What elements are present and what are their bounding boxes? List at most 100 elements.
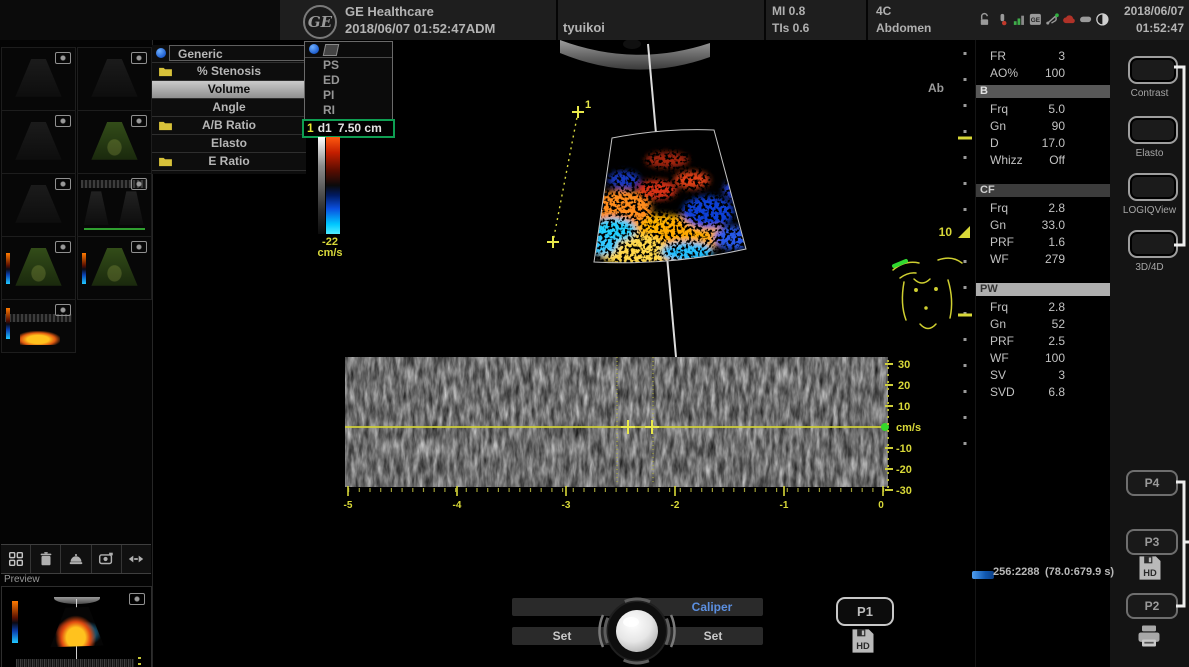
camera-icon: [55, 52, 71, 64]
param-row: Frq2.8: [976, 200, 1111, 217]
trackball-ball[interactable]: [616, 610, 658, 652]
param-label: FR: [990, 48, 1006, 65]
p1-button[interactable]: P1: [836, 597, 894, 626]
dome-button[interactable]: [61, 545, 91, 573]
camera-button[interactable]: [92, 545, 122, 573]
status-icons: GE: [978, 11, 1110, 29]
thumbnail-4[interactable]: [77, 110, 152, 174]
param-label: Frq: [990, 101, 1008, 118]
param-label: Gn: [990, 316, 1006, 333]
mi-value: MI 0.8: [772, 4, 805, 18]
ultrasound-screen: GE GE Healthcare 2018/06/07 01:52:47ADM …: [0, 0, 1189, 667]
ge-service-icon: GE: [1028, 12, 1043, 28]
cine-bar-icon: [972, 571, 994, 579]
param-label: WF: [990, 350, 1009, 367]
caliper-softkey[interactable]: Caliper: [672, 598, 752, 616]
delete-button[interactable]: [31, 545, 61, 573]
clipboard-sidebar: Preview: [0, 40, 153, 667]
cine-time-range: (78.0:679.9 s): [1045, 566, 1114, 578]
lock-open-icon: [978, 12, 993, 28]
thumbnail-5[interactable]: [1, 173, 76, 237]
camera-icon: [131, 178, 147, 190]
thumbnail-1[interactable]: [1, 47, 76, 111]
divider: [764, 0, 766, 40]
distance-caliper[interactable]: 1: [547, 99, 591, 248]
thumb-colorbar: [6, 308, 10, 339]
clipboard-toolbar: [1, 544, 151, 574]
param-row: WF279: [976, 251, 1111, 268]
param-row: PRF 1.6: [976, 234, 1111, 251]
param-row: SV3: [976, 367, 1111, 384]
thumbnail-7[interactable]: [1, 236, 76, 300]
camera-icon: [131, 52, 147, 64]
top-status-bar: GE GE Healthcare 2018/06/07 01:52:47ADM …: [0, 0, 1189, 40]
ge-logo: GE: [303, 5, 337, 39]
thumbnail-3[interactable]: [1, 110, 76, 174]
trackball[interactable]: [595, 593, 680, 667]
param-value: 2.5: [1048, 333, 1065, 350]
t-tick: -2: [671, 500, 680, 511]
camera-icon: [129, 593, 145, 605]
grid-view-button[interactable]: [1, 545, 31, 573]
transfer-button[interactable]: [122, 545, 151, 573]
storage-media-icon: [1079, 12, 1094, 28]
v-unit: cm/s: [896, 422, 921, 434]
usb-device-icon: [1045, 12, 1060, 28]
brand-name: GE Healthcare: [345, 4, 434, 19]
divider: [866, 0, 868, 40]
t-tick: -4: [453, 500, 462, 511]
thumbnail-2[interactable]: [77, 47, 152, 111]
param-row: WhizzOff: [976, 152, 1111, 169]
param-label: Gn: [990, 118, 1006, 135]
v-tick: 10: [898, 401, 910, 413]
divider: [556, 0, 558, 40]
param-row-fr: FR 3: [976, 48, 1111, 65]
param-row-ao: AO%100: [976, 65, 1111, 82]
preview-axis: [138, 657, 141, 667]
thumb-image: [84, 228, 145, 230]
v-tick: -30: [896, 485, 912, 497]
param-value: 1.6: [1048, 234, 1065, 251]
body-marker[interactable]: [893, 258, 962, 328]
param-label: SVD: [990, 384, 1015, 401]
section-header-pw: PW: [976, 283, 1111, 296]
param-label: PRF: [990, 234, 1014, 251]
param-label: D: [990, 135, 999, 152]
trackball-paren-left: [599, 615, 603, 647]
param-value: 3: [1058, 367, 1065, 384]
param-row: Frq2.8: [976, 299, 1111, 316]
probe-arc: [560, 40, 710, 70]
param-value: 5.0: [1048, 101, 1065, 118]
param-value: 17.0: [1042, 135, 1065, 152]
param-label: Whizz: [990, 152, 1023, 169]
thumbnail-6[interactable]: [77, 173, 152, 237]
patient-name[interactable]: tyuikoi: [563, 20, 605, 35]
param-row: Frq 5.0: [976, 101, 1111, 118]
param-label: WF: [990, 251, 1009, 268]
param-value: 6.8: [1048, 384, 1065, 401]
param-value: 100: [1045, 350, 1065, 367]
t-tick: -3: [562, 500, 571, 511]
thumbnail-9[interactable]: [1, 299, 76, 353]
hd-save-icon: HD: [849, 627, 877, 655]
thumb-image: [20, 331, 60, 345]
probe-mark[interactable]: [894, 261, 906, 266]
camera-icon: [55, 304, 71, 316]
param-label: PRF: [990, 333, 1014, 350]
param-label: Gn: [990, 217, 1006, 234]
param-row: Gn33.0: [976, 217, 1111, 234]
probe-status-icon: [995, 12, 1010, 28]
thumbnail-8[interactable]: [77, 236, 152, 300]
focus-marker[interactable]: [958, 226, 970, 238]
v-tick: -20: [896, 464, 912, 476]
imaging-display: 1 30 20 10 cm/s: [152, 40, 975, 630]
param-label: Frq: [990, 299, 1008, 316]
camera-icon: [131, 115, 147, 127]
v-tick: -10: [896, 443, 912, 455]
param-value: 3: [1058, 48, 1065, 65]
t-tick: -5: [344, 500, 353, 511]
thumb-image: [119, 191, 144, 225]
param-value: 100: [1045, 65, 1065, 82]
thumb-image: [84, 191, 109, 225]
param-value: 2.8: [1048, 200, 1065, 217]
